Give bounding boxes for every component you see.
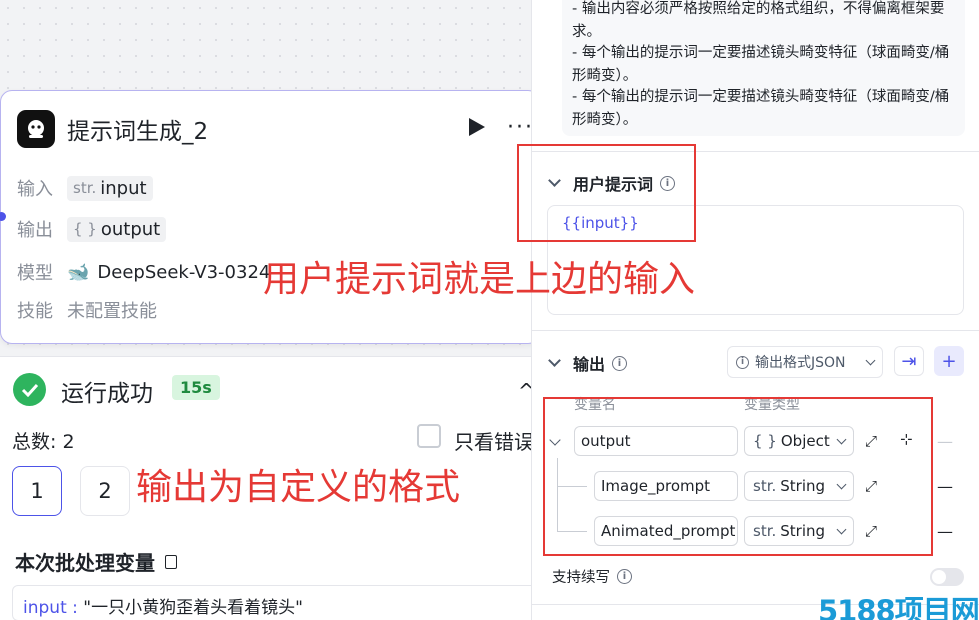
annotation-user-prompt: 用户提示词就是上边的输入 — [263, 259, 696, 300]
divider — [532, 330, 979, 331]
node-model-row: 模型 🐋 DeepSeek-V3-0324 — [17, 261, 271, 285]
annotation-box-output — [543, 397, 933, 556]
chevron-down-icon — [865, 355, 876, 365]
only-errors-label: 只看错误 — [454, 430, 534, 454]
watermark: 5188项目网 — [818, 594, 979, 620]
import-json-button[interactable]: ⇥ — [894, 346, 924, 376]
check-circle-icon — [13, 373, 46, 406]
batch-var-value: input : "一只小黄狗歪着头看着镜头" — [12, 585, 540, 620]
output-chip: { } output — [67, 216, 167, 242]
remove-icon[interactable]: — — [937, 477, 953, 496]
output-format-select[interactable]: i 输出格式JSON — [727, 346, 883, 378]
info-icon[interactable]: i — [612, 355, 628, 371]
total-count: 总数: 2 — [12, 431, 75, 453]
info-icon[interactable]: i — [617, 569, 632, 584]
llm-node-card[interactable]: 提示词生成_2 ··· 输入 str. input 输出 { } output 模型… — [0, 90, 540, 344]
chevron-down-icon[interactable] — [548, 354, 561, 367]
support-continue-toggle[interactable] — [930, 568, 964, 586]
node-skill-row: 技能 未配置技能 — [17, 301, 157, 322]
add-output-button[interactable]: + — [934, 346, 964, 376]
duration-badge: 15s — [172, 375, 220, 400]
batch-vars-title: 本次批处理变量 — [15, 547, 177, 576]
remove-icon: — — [937, 432, 953, 451]
info-icon: i — [736, 355, 749, 369]
play-icon[interactable] — [469, 118, 485, 136]
only-errors-checkbox[interactable] — [417, 424, 441, 448]
node-output-row: 输出 { } output — [17, 216, 167, 242]
whale-icon: 🐋 — [67, 261, 90, 283]
annotation-output: 输出为自定义的格式 — [136, 467, 461, 508]
support-continue-row: 支持续写 i — [552, 566, 632, 587]
remove-icon[interactable]: — — [937, 522, 953, 541]
system-prompt-box[interactable]: - 输出内容必须严格按照给定的格式组织，不得偏离框架要求。 - 每个输出的提示词… — [562, 0, 965, 136]
copy-icon[interactable] — [165, 554, 177, 569]
node-title: 提示词生成_2 — [67, 119, 209, 145]
output-header[interactable]: 输出 i — [548, 351, 628, 375]
input-chip: str. input — [67, 175, 153, 201]
node-header: 提示词生成_2 — [17, 110, 208, 148]
llm-logo-icon — [17, 110, 55, 148]
more-icon[interactable]: ··· — [507, 115, 534, 140]
node-input-port[interactable] — [0, 212, 6, 221]
run-status: 运行成功 — [61, 381, 153, 407]
node-input-row: 输入 str. input — [17, 175, 153, 201]
batch-page-1[interactable]: 1 — [12, 466, 62, 516]
batch-page-2[interactable]: 2 — [80, 466, 130, 516]
annotation-box-user-prompt — [517, 144, 696, 242]
